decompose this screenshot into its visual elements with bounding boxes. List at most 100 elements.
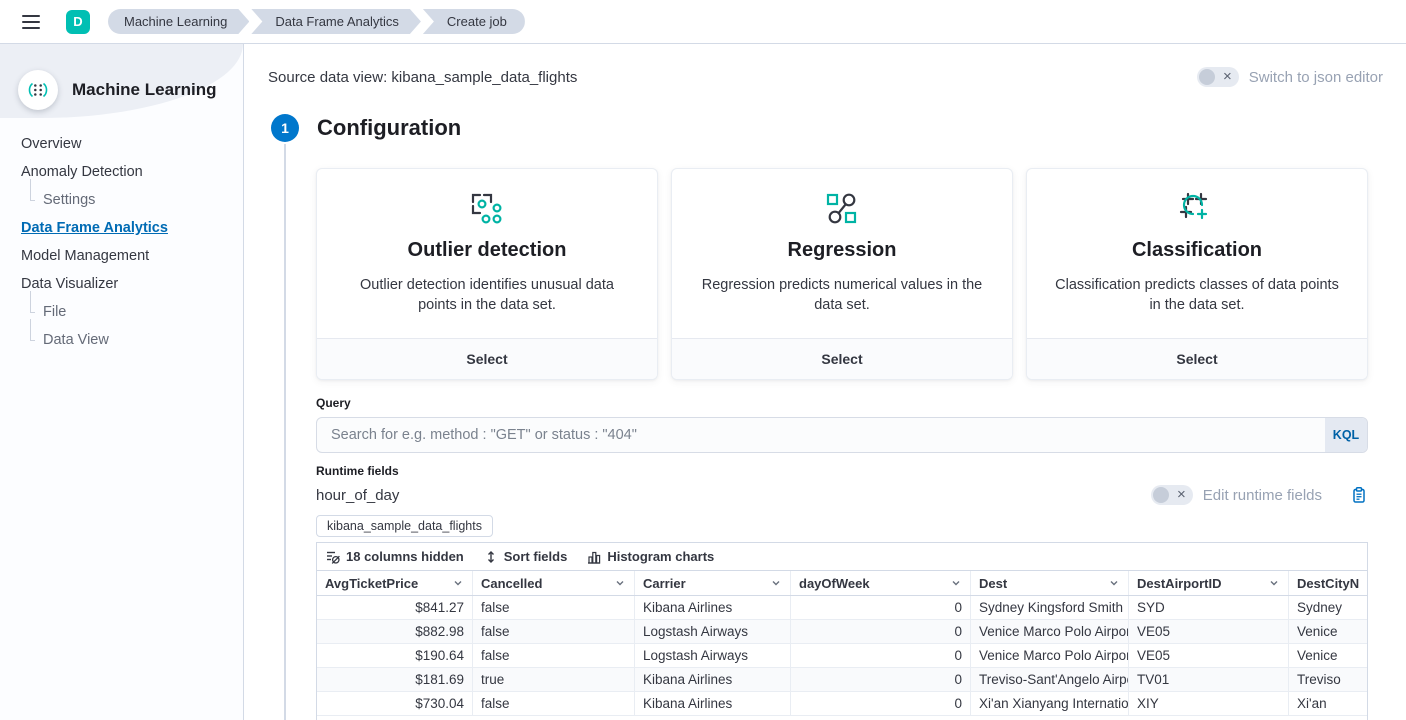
page: D Machine Learning Data Frame Analytics … <box>0 0 1406 720</box>
json-editor-toggle-label: Switch to json editor <box>1249 69 1383 86</box>
breadcrumb: Machine Learning Data Frame Analytics Cr… <box>108 9 525 34</box>
column-header-dayofweek[interactable]: dayOfWeek <box>791 571 971 595</box>
column-header-dest[interactable]: Dest <box>971 571 1129 595</box>
grid-cell: 0 <box>791 596 971 619</box>
kql-language-button[interactable]: KQL <box>1325 418 1367 452</box>
card-description: Classification predicts classes of data … <box>1055 275 1339 315</box>
grid-cell: Logstash Airways <box>635 644 791 667</box>
grid-cell: 0 <box>791 644 971 667</box>
column-header-carrier[interactable]: Carrier <box>635 571 791 595</box>
column-header-destcityname[interactable]: DestCityName <box>1289 571 1367 595</box>
job-type-cards: Outlier detection Outlier detection iden… <box>316 168 1368 380</box>
classification-card: Classification Classification predicts c… <box>1026 168 1368 380</box>
toggle-thumb <box>1153 487 1169 503</box>
grid-cell: TV01 <box>1129 668 1289 691</box>
table-row: $841.27 false Kibana Airlines 0 Sydney K… <box>317 596 1367 620</box>
space-avatar[interactable]: D <box>66 10 90 34</box>
table-row: $181.69 true Kibana Airlines 0 Treviso-S… <box>317 668 1367 692</box>
select-classification-button[interactable]: Select <box>1027 338 1367 379</box>
query-label: Query <box>316 396 1368 410</box>
grid-cell: Xi'an <box>1289 692 1367 715</box>
outlier-detection-icon <box>469 189 505 229</box>
select-regression-button[interactable]: Select <box>672 338 1012 379</box>
menu-icon[interactable] <box>22 15 40 29</box>
sort-icon <box>484 550 498 564</box>
column-header-avgticketprice[interactable]: AvgTicketPrice <box>317 571 473 595</box>
grid-cell: Logstash Airways <box>635 620 791 643</box>
grid-cell: Kibana Airlines <box>635 596 791 619</box>
chevron-down-icon <box>1108 577 1120 589</box>
edit-runtime-fields-toggle[interactable]: × <box>1151 485 1193 505</box>
columns-hidden-button[interactable]: 18 columns hidden <box>326 549 464 564</box>
grid-cell: VE05 <box>1129 644 1289 667</box>
sidebar-item-overview[interactable]: Overview <box>21 130 243 158</box>
histogram-charts-button[interactable]: Histogram charts <box>587 549 714 564</box>
toggle-off-icon: × <box>1223 69 1232 84</box>
edit-runtime-fields-group: × Edit runtime fields <box>1151 485 1368 505</box>
source-data-grid: 18 columns hidden Sort fields <box>316 542 1368 720</box>
json-editor-toggle[interactable]: × <box>1197 67 1239 87</box>
outlier-detection-card: Outlier detection Outlier detection iden… <box>316 168 658 380</box>
sidebar-item-settings[interactable]: Settings <box>30 186 243 214</box>
grid-cell: XIY <box>1129 692 1289 715</box>
grid-cell: Venice Marco Polo Airport <box>971 644 1129 667</box>
grid-cell: false <box>473 596 635 619</box>
grid-cell: Treviso-Sant'Angelo Airport <box>971 668 1129 691</box>
grid-cell: true <box>473 668 635 691</box>
json-editor-toggle-group: × Switch to json editor <box>1197 67 1383 87</box>
sidebar-item-anomaly-detection[interactable]: Anomaly Detection <box>21 158 243 186</box>
chevron-down-icon <box>614 577 626 589</box>
sidebar-item-model-management[interactable]: Model Management <box>21 242 243 270</box>
select-outlier-detection-button[interactable]: Select <box>317 338 657 379</box>
card-title: Regression <box>788 239 897 262</box>
sort-fields-button[interactable]: Sort fields <box>484 549 568 564</box>
grid-cell: Xi'an Xianyang Internatio... <box>971 692 1129 715</box>
card-description: Regression predicts numerical values in … <box>700 275 984 315</box>
runtime-field-value: hour_of_day <box>316 487 399 504</box>
grid-cell: Venice <box>1289 644 1367 667</box>
grid-header-row: AvgTicketPrice Cancelled Carrier da <box>317 570 1367 596</box>
grid-cell: 0 <box>791 620 971 643</box>
grid-cell: Venice Marco Polo Airport <box>971 620 1129 643</box>
table-row: $882.98 false Logstash Airways 0 Venice … <box>317 620 1367 644</box>
column-header-cancelled[interactable]: Cancelled <box>473 571 635 595</box>
card-title: Outlier detection <box>408 239 567 262</box>
source-data-view-label: Source data view: kibana_sample_data_fli… <box>268 69 577 86</box>
sidebar-title: Machine Learning <box>72 80 217 100</box>
card-description: Outlier detection identifies unusual dat… <box>345 275 629 315</box>
sidebar-header: Machine Learning <box>0 44 243 110</box>
column-header-destairportid[interactable]: DestAirportID <box>1129 571 1289 595</box>
table-row: $190.64 false Logstash Airways 0 Venice … <box>317 644 1367 668</box>
grid-cell: Sydney <box>1289 596 1367 619</box>
step-number-badge: 1 <box>271 114 299 142</box>
grid-cell: false <box>473 644 635 667</box>
grid-cell: 0 <box>791 692 971 715</box>
grid-cell: $190.64 <box>317 644 473 667</box>
edit-runtime-fields-label: Edit runtime fields <box>1203 487 1322 504</box>
toggle-off-icon: × <box>1177 487 1186 502</box>
grid-toolbar: 18 columns hidden Sort fields <box>317 543 1367 570</box>
sidebar-item-data-view[interactable]: Data View <box>30 326 243 354</box>
top-header: D Machine Learning Data Frame Analytics … <box>0 0 1406 44</box>
source-data-view-value: kibana_sample_data_flights <box>391 69 577 86</box>
chevron-down-icon <box>950 577 962 589</box>
sidebar-item-data-frame-analytics[interactable]: Data Frame Analytics <box>21 214 243 242</box>
breadcrumb-create-job[interactable]: Create job <box>423 9 525 34</box>
sidebar: Machine Learning Overview Anomaly Detect… <box>0 44 244 720</box>
sidebar-item-file[interactable]: File <box>30 298 243 326</box>
main-content: Source data view: kibana_sample_data_fli… <box>244 44 1406 720</box>
grid-cell: $882.98 <box>317 620 473 643</box>
grid-cell: false <box>473 692 635 715</box>
grid-cell: $730.04 <box>317 692 473 715</box>
page-title: Configuration <box>317 115 461 141</box>
histogram-icon <box>587 550 601 564</box>
copy-icon[interactable] <box>1350 486 1368 504</box>
query-search-input[interactable] <box>316 417 1368 453</box>
table-row: $730.04 false Kibana Airlines 0 Xi'an Xi… <box>317 692 1367 716</box>
breadcrumb-data-frame-analytics[interactable]: Data Frame Analytics <box>251 9 421 34</box>
data-view-badge: kibana_sample_data_flights <box>316 515 493 537</box>
sidebar-item-data-visualizer[interactable]: Data Visualizer <box>21 270 243 298</box>
breadcrumb-machine-learning[interactable]: Machine Learning <box>108 9 249 34</box>
chevron-down-icon <box>770 577 782 589</box>
card-title: Classification <box>1132 239 1262 262</box>
